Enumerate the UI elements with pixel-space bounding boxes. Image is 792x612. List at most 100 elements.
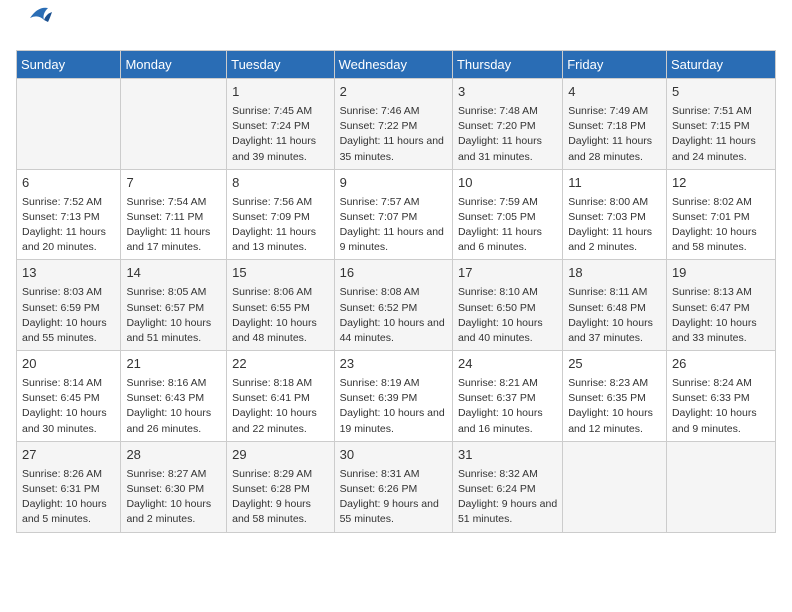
- calendar-cell: 1 Sunrise: 7:45 AM Sunset: 7:24 PM Daylig…: [227, 79, 334, 170]
- day-number: 14: [126, 264, 221, 283]
- calendar-cell: 18Sunrise: 8:11 AM Sunset: 6:48 PM Dayli…: [563, 260, 667, 351]
- calendar-cell: 23 Sunrise: 8:19 AM Sunset: 6:39 PM Dayli…: [334, 351, 452, 442]
- calendar-cell: 31 Sunrise: 8:32 AM Sunset: 6:24 PM Dayli…: [452, 441, 562, 532]
- day-number: 30: [340, 446, 447, 465]
- calendar-cell: 25 Sunrise: 8:23 AM Sunset: 6:35 PM Dayli…: [563, 351, 667, 442]
- day-number: 3: [458, 83, 557, 102]
- day-number: 1: [232, 83, 328, 102]
- day-content: Sunrise: 8:32 AM Sunset: 6:24 PM Dayligh…: [458, 467, 557, 528]
- day-number: 17: [458, 264, 557, 283]
- day-content: Sunrise: 7:59 AM Sunset: 7:05 PM Dayligh…: [458, 195, 557, 256]
- calendar-cell: 6 Sunrise: 7:52 AM Sunset: 7:13 PM Daylig…: [17, 169, 121, 260]
- day-number: 12: [672, 174, 770, 193]
- calendar-header-row: SundayMondayTuesdayWednesdayThursdayFrid…: [17, 51, 776, 79]
- calendar-cell: 29 Sunrise: 8:29 AM Sunset: 6:28 PM Dayli…: [227, 441, 334, 532]
- day-number: 13: [22, 264, 115, 283]
- calendar-cell: 21 Sunrise: 8:16 AM Sunset: 6:43 PM Dayli…: [121, 351, 227, 442]
- day-content: Sunrise: 8:00 AM Sunset: 7:03 PM Dayligh…: [568, 195, 661, 256]
- day-content: Sunrise: 7:46 AM Sunset: 7:22 PM Dayligh…: [340, 104, 447, 165]
- day-number: 9: [340, 174, 447, 193]
- day-number: 28: [126, 446, 221, 465]
- day-number: 11: [568, 174, 661, 193]
- day-content: Sunrise: 8:26 AM Sunset: 6:31 PM Dayligh…: [22, 467, 115, 528]
- day-content: Sunrise: 8:08 AM Sunset: 6:52 PM Dayligh…: [340, 285, 447, 346]
- day-number: 10: [458, 174, 557, 193]
- day-content: Sunrise: 7:51 AM Sunset: 7:15 PM Dayligh…: [672, 104, 770, 165]
- day-of-week-header: Saturday: [666, 51, 775, 79]
- calendar-cell: 27 Sunrise: 8:26 AM Sunset: 6:31 PM Dayli…: [17, 441, 121, 532]
- day-content: Sunrise: 7:52 AM Sunset: 7:13 PM Dayligh…: [22, 195, 115, 256]
- day-content: Sunrise: 8:10 AM Sunset: 6:50 PM Dayligh…: [458, 285, 557, 346]
- day-of-week-header: Wednesday: [334, 51, 452, 79]
- day-of-week-header: Monday: [121, 51, 227, 79]
- day-of-week-header: Friday: [563, 51, 667, 79]
- day-of-week-header: Thursday: [452, 51, 562, 79]
- day-content: Sunrise: 7:57 AM Sunset: 7:07 PM Dayligh…: [340, 195, 447, 256]
- calendar-week-row: 1 Sunrise: 7:45 AM Sunset: 7:24 PM Daylig…: [17, 79, 776, 170]
- calendar-week-row: 6 Sunrise: 7:52 AM Sunset: 7:13 PM Daylig…: [17, 169, 776, 260]
- day-number: 18: [568, 264, 661, 283]
- day-content: Sunrise: 8:29 AM Sunset: 6:28 PM Dayligh…: [232, 467, 328, 528]
- page-header: [16, 16, 776, 38]
- day-of-week-header: Tuesday: [227, 51, 334, 79]
- calendar-body: 1 Sunrise: 7:45 AM Sunset: 7:24 PM Daylig…: [17, 79, 776, 533]
- day-content: Sunrise: 8:18 AM Sunset: 6:41 PM Dayligh…: [232, 376, 328, 437]
- day-content: Sunrise: 7:49 AM Sunset: 7:18 PM Dayligh…: [568, 104, 661, 165]
- calendar-cell: 8Sunrise: 7:56 AM Sunset: 7:09 PM Daylig…: [227, 169, 334, 260]
- day-content: Sunrise: 8:31 AM Sunset: 6:26 PM Dayligh…: [340, 467, 447, 528]
- day-of-week-header: Sunday: [17, 51, 121, 79]
- day-content: Sunrise: 8:27 AM Sunset: 6:30 PM Dayligh…: [126, 467, 221, 528]
- calendar-cell: [563, 441, 667, 532]
- calendar-cell: 26Sunrise: 8:24 AM Sunset: 6:33 PM Dayli…: [666, 351, 775, 442]
- day-number: 22: [232, 355, 328, 374]
- day-content: Sunrise: 8:06 AM Sunset: 6:55 PM Dayligh…: [232, 285, 328, 346]
- calendar-cell: 7 Sunrise: 7:54 AM Sunset: 7:11 PM Daylig…: [121, 169, 227, 260]
- calendar-week-row: 13 Sunrise: 8:03 AM Sunset: 6:59 PM Dayli…: [17, 260, 776, 351]
- day-number: 29: [232, 446, 328, 465]
- calendar-cell: 5 Sunrise: 7:51 AM Sunset: 7:15 PM Daylig…: [666, 79, 775, 170]
- calendar-cell: 28 Sunrise: 8:27 AM Sunset: 6:30 PM Dayli…: [121, 441, 227, 532]
- calendar-week-row: 20Sunrise: 8:14 AM Sunset: 6:45 PM Dayli…: [17, 351, 776, 442]
- day-number: 31: [458, 446, 557, 465]
- calendar-cell: 22 Sunrise: 8:18 AM Sunset: 6:41 PM Dayli…: [227, 351, 334, 442]
- logo-bird-icon: [20, 4, 52, 32]
- day-number: 16: [340, 264, 447, 283]
- day-number: 25: [568, 355, 661, 374]
- day-content: Sunrise: 7:56 AM Sunset: 7:09 PM Dayligh…: [232, 195, 328, 256]
- day-number: 27: [22, 446, 115, 465]
- day-content: Sunrise: 8:03 AM Sunset: 6:59 PM Dayligh…: [22, 285, 115, 346]
- calendar-cell: 14Sunrise: 8:05 AM Sunset: 6:57 PM Dayli…: [121, 260, 227, 351]
- day-number: 2: [340, 83, 447, 102]
- day-content: Sunrise: 8:02 AM Sunset: 7:01 PM Dayligh…: [672, 195, 770, 256]
- calendar-cell: [17, 79, 121, 170]
- calendar-cell: 13 Sunrise: 8:03 AM Sunset: 6:59 PM Dayli…: [17, 260, 121, 351]
- day-number: 24: [458, 355, 557, 374]
- calendar-cell: 24Sunrise: 8:21 AM Sunset: 6:37 PM Dayli…: [452, 351, 562, 442]
- day-number: 4: [568, 83, 661, 102]
- calendar-table: SundayMondayTuesdayWednesdayThursdayFrid…: [16, 50, 776, 533]
- calendar-cell: 10 Sunrise: 7:59 AM Sunset: 7:05 PM Dayli…: [452, 169, 562, 260]
- day-number: 23: [340, 355, 447, 374]
- day-number: 19: [672, 264, 770, 283]
- day-content: Sunrise: 7:48 AM Sunset: 7:20 PM Dayligh…: [458, 104, 557, 165]
- calendar-cell: 2 Sunrise: 7:46 AM Sunset: 7:22 PM Daylig…: [334, 79, 452, 170]
- day-content: Sunrise: 7:54 AM Sunset: 7:11 PM Dayligh…: [126, 195, 221, 256]
- calendar-cell: 19 Sunrise: 8:13 AM Sunset: 6:47 PM Dayli…: [666, 260, 775, 351]
- day-content: Sunrise: 7:45 AM Sunset: 7:24 PM Dayligh…: [232, 104, 328, 165]
- day-number: 7: [126, 174, 221, 193]
- calendar-cell: 15Sunrise: 8:06 AM Sunset: 6:55 PM Dayli…: [227, 260, 334, 351]
- calendar-week-row: 27 Sunrise: 8:26 AM Sunset: 6:31 PM Dayli…: [17, 441, 776, 532]
- calendar-cell: [121, 79, 227, 170]
- day-number: 5: [672, 83, 770, 102]
- day-number: 6: [22, 174, 115, 193]
- day-content: Sunrise: 8:19 AM Sunset: 6:39 PM Dayligh…: [340, 376, 447, 437]
- day-content: Sunrise: 8:23 AM Sunset: 6:35 PM Dayligh…: [568, 376, 661, 437]
- calendar-cell: 17 Sunrise: 8:10 AM Sunset: 6:50 PM Dayli…: [452, 260, 562, 351]
- day-content: Sunrise: 8:16 AM Sunset: 6:43 PM Dayligh…: [126, 376, 221, 437]
- day-number: 21: [126, 355, 221, 374]
- calendar-cell: 16 Sunrise: 8:08 AM Sunset: 6:52 PM Dayli…: [334, 260, 452, 351]
- calendar-cell: 11 Sunrise: 8:00 AM Sunset: 7:03 PM Dayli…: [563, 169, 667, 260]
- calendar-cell: 30 Sunrise: 8:31 AM Sunset: 6:26 PM Dayli…: [334, 441, 452, 532]
- calendar-cell: [666, 441, 775, 532]
- day-content: Sunrise: 8:13 AM Sunset: 6:47 PM Dayligh…: [672, 285, 770, 346]
